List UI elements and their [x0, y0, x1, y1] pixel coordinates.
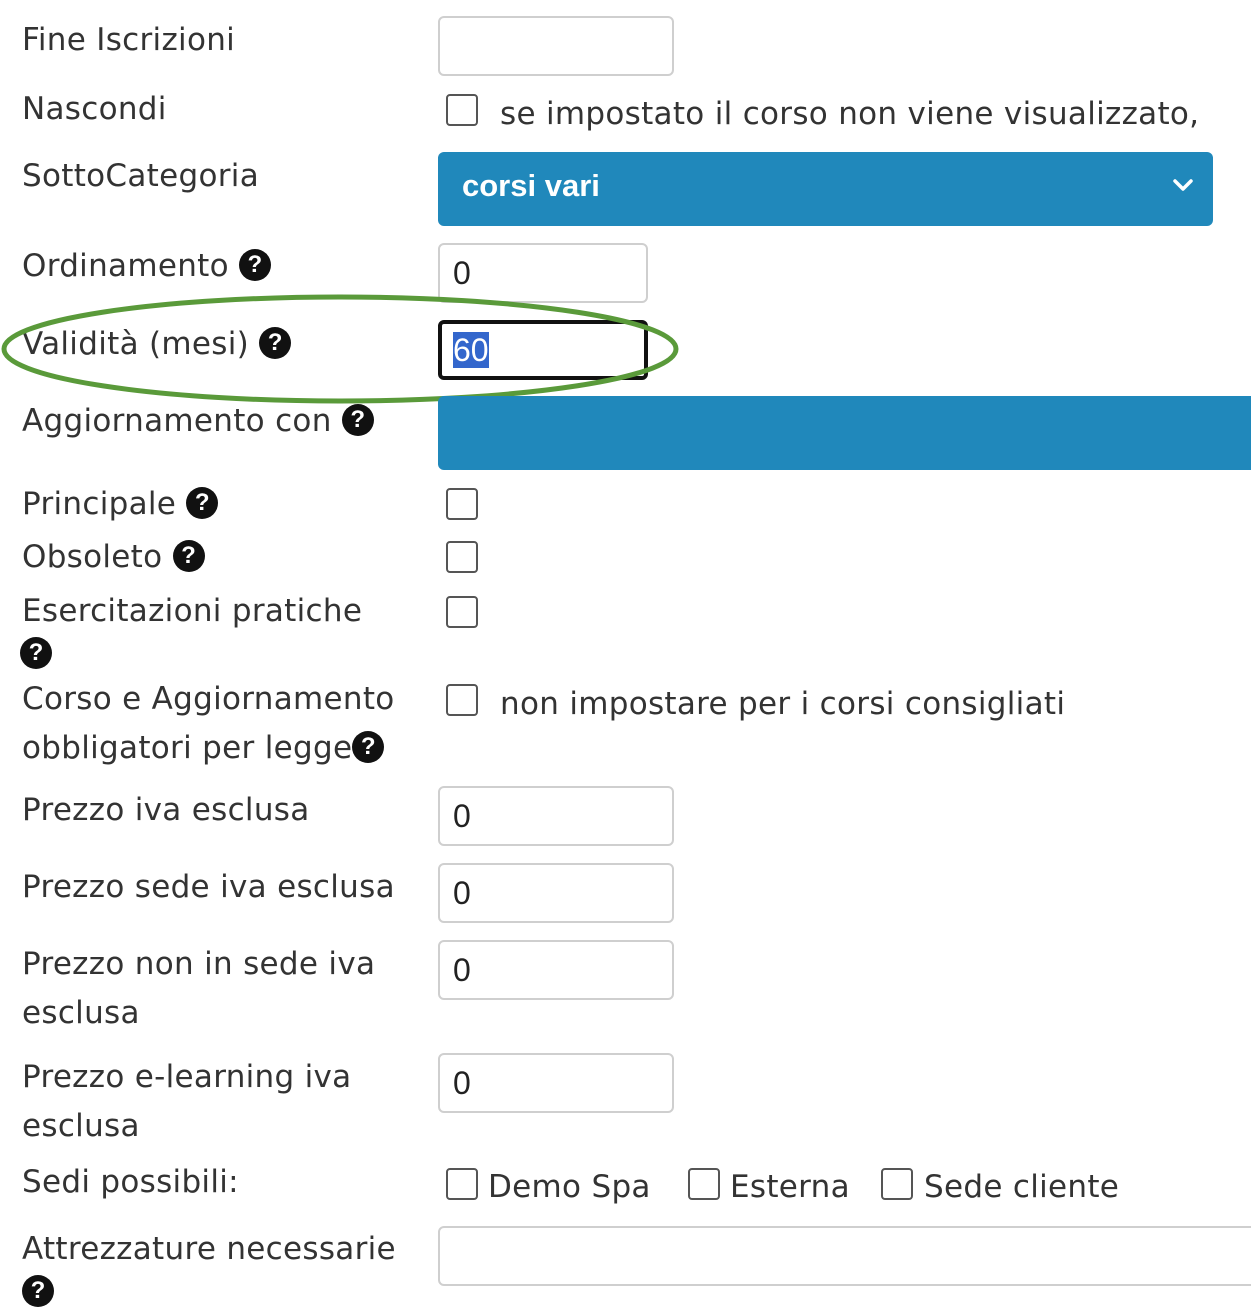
esercitazioni-checkbox[interactable] — [446, 596, 478, 628]
corso-aggiornamento-checkbox[interactable] — [446, 684, 478, 716]
corso-aggiornamento-label-row-2: obbligatori per legge? — [22, 724, 385, 772]
sede-demo-spa-label: Demo Spa — [488, 1169, 651, 1205]
question-circle-icon[interactable]: ? — [239, 248, 272, 281]
attrezzature-input[interactable] — [438, 1226, 1251, 1286]
prezzo-elearning-label-2: esclusa — [22, 1108, 140, 1144]
aggiornamento-select[interactable] — [438, 396, 1251, 470]
question-circle-icon[interactable]: ? — [172, 539, 205, 572]
ordinamento-label-row: Ordinamento ? — [22, 242, 272, 290]
attrezzature-label: Attrezzature necessarie — [22, 1231, 396, 1267]
principale-label-row: Principale ? — [22, 480, 219, 528]
sede-cliente-checkbox[interactable] — [881, 1168, 913, 1200]
obsoleto-label-row: Obsoleto ? — [22, 533, 205, 581]
obsoleto-checkbox[interactable] — [446, 541, 478, 573]
prezzo-iva-input[interactable]: 0 — [438, 786, 674, 846]
sede-demo-spa-checkbox[interactable] — [446, 1168, 478, 1200]
chevron-down-icon — [1173, 179, 1193, 191]
sottocategoria-select[interactable]: corsi vari — [438, 152, 1213, 226]
question-circle-icon[interactable]: ? — [22, 1275, 54, 1307]
corso-aggiornamento-label-1: Corso e Aggiornamento — [22, 681, 395, 717]
aggiornamento-label: Aggiornamento con — [22, 403, 332, 439]
sede-esterna-checkbox[interactable] — [688, 1168, 720, 1200]
sede-cliente-label: Sede cliente — [924, 1169, 1120, 1205]
prezzo-non-sede-input[interactable]: 0 — [438, 940, 674, 1000]
fine-iscrizioni-input[interactable] — [438, 16, 674, 76]
sede-esterna-label: Esterna — [730, 1169, 850, 1205]
prezzo-elearning-input[interactable]: 0 — [438, 1053, 674, 1113]
corso-aggiornamento-label-2: obbligatori per legge — [22, 730, 353, 766]
fine-iscrizioni-label: Fine Iscrizioni — [22, 22, 236, 58]
aggiornamento-label-row: Aggiornamento con ? — [22, 397, 374, 445]
sottocategoria-label: SottoCategoria — [22, 158, 259, 194]
obsoleto-label: Obsoleto — [22, 539, 163, 575]
ordinamento-label: Ordinamento — [22, 248, 229, 284]
nascondi-note: se impostato il corso non viene visualiz… — [500, 96, 1200, 132]
question-circle-icon[interactable]: ? — [352, 730, 385, 763]
esercitazioni-label: Esercitazioni pratiche — [22, 593, 363, 629]
prezzo-sede-label: Prezzo sede iva esclusa — [22, 869, 395, 905]
sottocategoria-selected-value: corsi vari — [462, 168, 600, 203]
prezzo-sede-input[interactable]: 0 — [438, 863, 674, 923]
principale-label: Principale — [22, 486, 177, 522]
prezzo-iva-label: Prezzo iva esclusa — [22, 792, 310, 828]
nascondi-label: Nascondi — [22, 91, 167, 127]
sedi-label: Sedi possibili: — [22, 1164, 239, 1200]
prezzo-non-sede-label-2: esclusa — [22, 995, 140, 1031]
corso-aggiornamento-note: non impostare per i corsi consigliati — [500, 686, 1066, 722]
prezzo-elearning-label-1: Prezzo e-learning iva — [22, 1059, 352, 1095]
question-circle-icon[interactable]: ? — [20, 637, 52, 669]
nascondi-checkbox[interactable] — [446, 94, 478, 126]
question-circle-icon[interactable]: ? — [186, 486, 219, 519]
principale-checkbox[interactable] — [446, 488, 478, 520]
question-circle-icon[interactable]: ? — [341, 403, 374, 436]
prezzo-non-sede-label-1: Prezzo non in sede iva — [22, 946, 376, 982]
